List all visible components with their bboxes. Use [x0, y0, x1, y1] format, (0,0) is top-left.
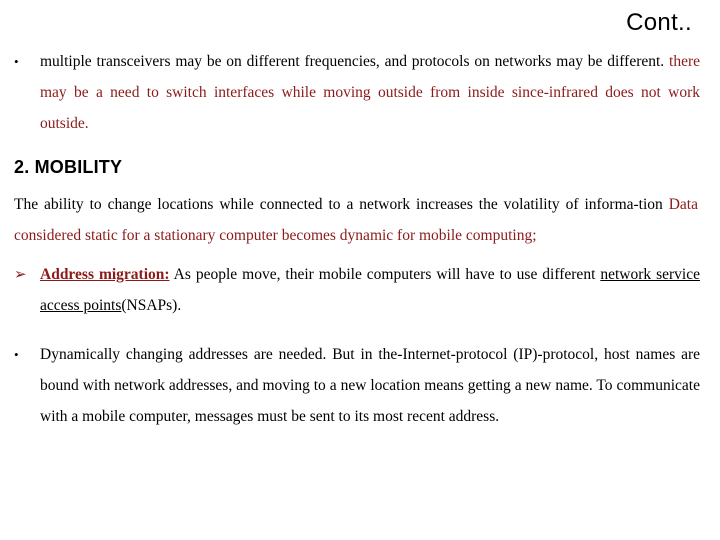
bullet-dot-icon: •	[14, 347, 19, 362]
text-segment-black: multiple transceivers may be on differen…	[40, 53, 670, 70]
paragraph-mobility-intro: The ability to change locations while co…	[0, 189, 720, 251]
text-segment-black-tail: (NSAPs).	[121, 297, 182, 314]
text-segment-black: Dynamically changing addresses are neede…	[40, 346, 700, 425]
text-segment-black: The ability to change locations while co…	[14, 196, 669, 213]
bullet-item-dynamic-addressing-text: Dynamically changing addresses are neede…	[40, 339, 700, 432]
bullet-item-transceivers: • multiple transceivers may be on differ…	[0, 46, 720, 139]
slide-canvas: Cont.. • multiple transceivers may be on…	[0, 0, 720, 540]
bullet-dot-icon: •	[14, 54, 19, 69]
bullet-item-address-migration-text: Address migration: As people move, their…	[40, 259, 700, 321]
text-segment-black: As people move, their mobile computers w…	[169, 266, 601, 283]
section-heading-mobility: 2. MOBILITY	[14, 157, 123, 177]
slide-body: • multiple transceivers may be on differ…	[0, 46, 720, 432]
bullet-item-address-migration: ➢ Address migration: As people move, the…	[0, 259, 720, 321]
bullet-item-dynamic-addressing: • Dynamically changing addresses are nee…	[0, 339, 720, 432]
term-label-address-migration: Address migration:	[40, 266, 170, 283]
bullet-item-transceivers-text: multiple transceivers may be on differen…	[40, 46, 700, 139]
arrow-bullet-icon: ➢	[14, 265, 27, 283]
slide-title: Cont..	[626, 9, 692, 36]
